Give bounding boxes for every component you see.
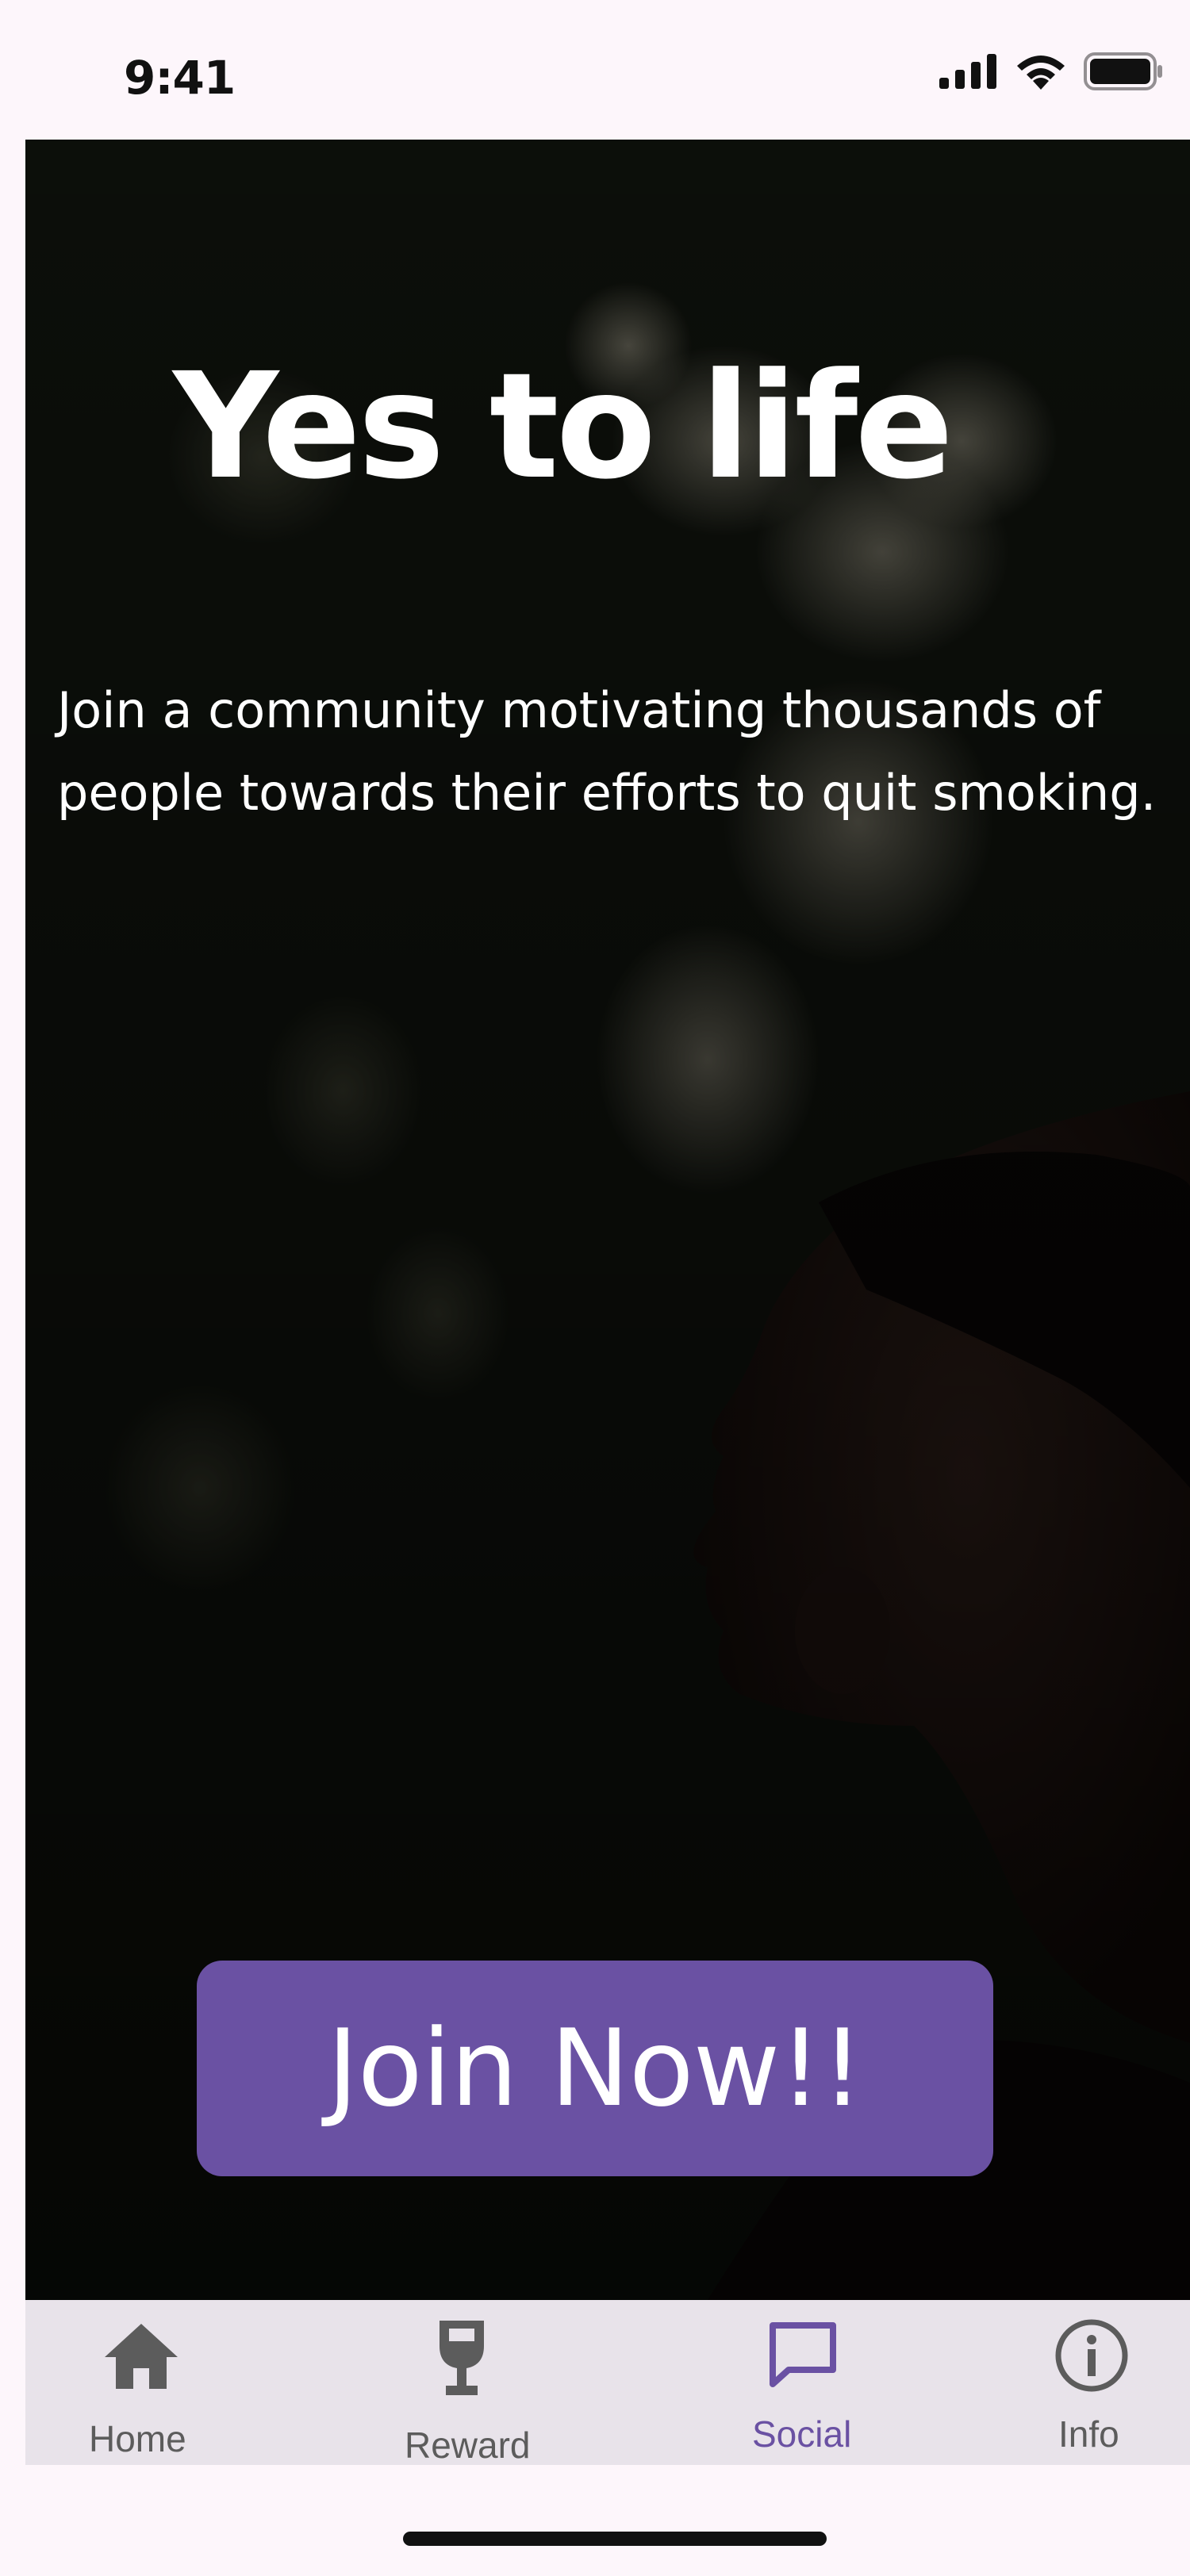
status-time: 9:41 (124, 51, 236, 105)
cellular-signal-icon (939, 54, 996, 89)
chat-bubble-icon (770, 2322, 836, 2387)
hero-title: Yes to life (173, 342, 954, 512)
tab-label-social: Social (752, 2413, 852, 2455)
tab-reward[interactable]: Reward (374, 2300, 541, 2466)
tab-social[interactable]: Social (708, 2300, 874, 2465)
wine-glass-icon (440, 2321, 484, 2395)
hero-subtitle: Join a community motivating thousands of… (57, 681, 1157, 822)
home-icon (105, 2324, 178, 2389)
hero-section: Yes to life Join a community motivating … (25, 140, 1190, 2300)
home-indicator[interactable] (403, 2532, 827, 2546)
app-screen: 9:41 Yes to life Join a community motiva… (0, 0, 1190, 2576)
tab-label-reward: Reward (405, 2425, 531, 2466)
join-now-button[interactable]: Join Now!! (197, 1961, 993, 2176)
wifi-icon (1017, 56, 1065, 90)
battery-icon (1084, 52, 1162, 90)
status-icons (939, 52, 1163, 90)
tab-info[interactable]: Info (1009, 2300, 1176, 2465)
tab-home[interactable]: Home (57, 2300, 224, 2465)
info-icon (1055, 2319, 1128, 2392)
tab-label-home: Home (89, 2418, 186, 2459)
tab-label-info: Info (1058, 2413, 1119, 2455)
status-bar: 9:41 (25, 0, 1190, 140)
bottom-tab-bar: Home Reward Social Info (25, 2300, 1190, 2466)
